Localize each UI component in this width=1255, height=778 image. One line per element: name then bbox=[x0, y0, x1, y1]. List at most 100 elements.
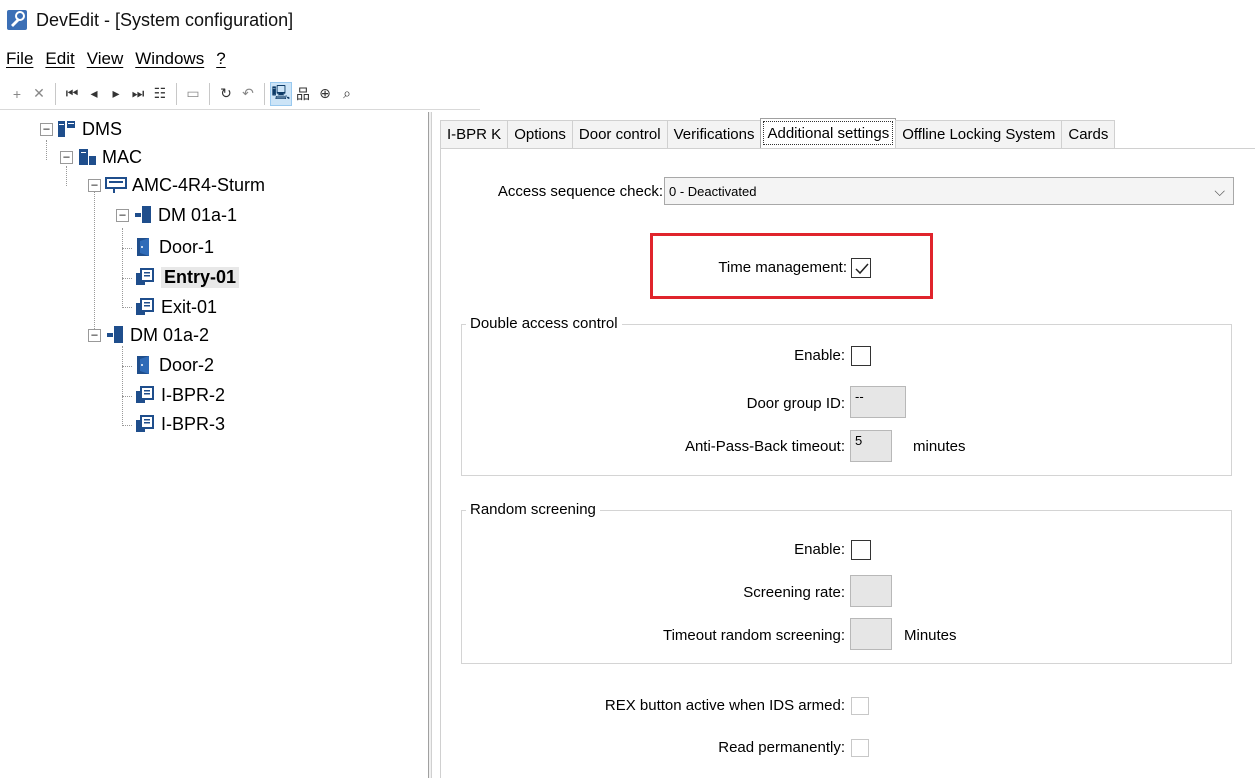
collapse-icon[interactable]: − bbox=[88, 328, 101, 342]
undo-icon[interactable]: ↶ bbox=[237, 82, 259, 106]
tree-node-label: DM 01a-1 bbox=[158, 204, 238, 225]
title-bar: DevEdit - [System configuration] bbox=[0, 0, 1255, 40]
collapse-icon[interactable]: − bbox=[60, 150, 73, 164]
rex-button-label: REX button active when IDS armed: bbox=[604, 697, 845, 714]
access-controller-icon bbox=[105, 175, 127, 195]
double-access-title: Double access control bbox=[466, 315, 622, 332]
tree-node-i-bpr-3[interactable]: I-BPR-3 bbox=[134, 411, 225, 437]
tab-strip: I-BPR K Options Door control Verificatio… bbox=[440, 118, 1116, 148]
tree-connector bbox=[122, 307, 132, 308]
door-module-icon bbox=[133, 205, 153, 225]
tab-options[interactable]: Options bbox=[507, 120, 573, 148]
door-module-icon bbox=[105, 325, 125, 345]
apb-timeout-label: Anti-Pass-Back timeout: bbox=[684, 438, 845, 455]
card-reader-icon bbox=[134, 267, 156, 287]
refresh-icon[interactable]: ↻ bbox=[215, 82, 237, 106]
apb-timeout-field[interactable]: 5 bbox=[850, 430, 892, 462]
access-sequence-label: Access sequence check: bbox=[497, 183, 663, 200]
tree-connector bbox=[122, 228, 123, 308]
tab-i-bpr-k[interactable]: I-BPR K bbox=[440, 120, 509, 148]
tree-node-label: Exit-01 bbox=[161, 296, 218, 317]
toolbar: + ✕ ⏮ ◂ ▸ ⏭ ☷ ▭ ↻ ↶ 🖳 品 ⊕ ⌕ bbox=[0, 78, 480, 110]
toolbar-separator bbox=[55, 82, 56, 105]
last-record-icon[interactable]: ⏭ bbox=[127, 82, 149, 106]
tree-node-label: I-BPR-2 bbox=[161, 384, 226, 405]
tree-node-label: Door-2 bbox=[159, 354, 215, 375]
window-title: DevEdit - [System configuration] bbox=[36, 9, 294, 30]
tree-node-label: DM 01a-2 bbox=[130, 324, 210, 345]
tab-cards[interactable]: Cards bbox=[1061, 120, 1116, 148]
checkmark-icon bbox=[855, 263, 869, 275]
panel-splitter[interactable] bbox=[428, 112, 432, 778]
controller-icon bbox=[77, 147, 97, 167]
network-icon[interactable]: 品 bbox=[292, 82, 314, 106]
delete-icon[interactable]: ✕ bbox=[28, 82, 50, 106]
tree-node-dm01a-2[interactable]: − DM 01a-2 bbox=[88, 322, 209, 348]
tree-node-door-2[interactable]: Door-2 bbox=[134, 352, 214, 378]
tree-node-door-1[interactable]: Door-1 bbox=[134, 234, 214, 260]
tree-connector bbox=[122, 346, 123, 426]
random-screening-group bbox=[461, 510, 1232, 664]
door-icon bbox=[134, 236, 154, 258]
time-management-label: Time management: bbox=[718, 259, 847, 276]
menu-edit[interactable]: Edit bbox=[39, 49, 80, 69]
apb-timeout-unit: minutes bbox=[913, 438, 966, 455]
random-screening-title: Random screening bbox=[466, 501, 600, 518]
tab-offline-locking-system[interactable]: Offline Locking System bbox=[895, 120, 1063, 148]
tree-connector bbox=[122, 248, 132, 249]
tab-additional-settings[interactable]: Additional settings bbox=[760, 118, 897, 148]
tree-connector bbox=[122, 278, 132, 279]
save-icon[interactable]: ▭ bbox=[182, 82, 204, 106]
next-record-icon[interactable]: ▸ bbox=[105, 82, 127, 106]
tree-node-i-bpr-2[interactable]: I-BPR-2 bbox=[134, 382, 225, 408]
random-screening-enable-label: Enable: bbox=[794, 541, 845, 558]
collapse-icon[interactable]: − bbox=[116, 208, 129, 222]
previous-record-icon[interactable]: ◂ bbox=[83, 82, 105, 106]
menu-file[interactable]: File bbox=[0, 49, 39, 69]
search-icon[interactable]: ⌕ bbox=[336, 82, 358, 106]
collapse-icon[interactable]: − bbox=[88, 178, 101, 192]
chevron-down-icon: ⌵ bbox=[1214, 183, 1225, 199]
first-record-icon[interactable]: ⏮ bbox=[61, 82, 83, 106]
timeout-random-screening-field[interactable] bbox=[850, 618, 892, 650]
menu-view[interactable]: View bbox=[81, 49, 130, 69]
access-sequence-value: 0 - Deactivated bbox=[669, 183, 757, 199]
menu-help[interactable]: ? bbox=[210, 49, 231, 69]
tree-connector bbox=[122, 425, 132, 426]
tab-door-control[interactable]: Door control bbox=[571, 120, 668, 148]
screening-rate-label: Screening rate: bbox=[743, 584, 845, 601]
rex-button-checkbox[interactable] bbox=[851, 697, 869, 715]
tree-connector bbox=[122, 396, 132, 397]
double-access-enable-label: Enable: bbox=[794, 347, 845, 364]
tree-node-dms[interactable]: − DMS bbox=[40, 116, 122, 142]
door-group-id-field[interactable]: -- bbox=[850, 386, 906, 418]
tree-node-label: DMS bbox=[82, 118, 122, 139]
screening-rate-field[interactable] bbox=[850, 575, 892, 607]
add-icon[interactable]: + bbox=[6, 82, 28, 106]
card-reader-icon bbox=[134, 297, 156, 317]
timeout-random-screening-unit: Minutes bbox=[904, 627, 957, 644]
computer-icon[interactable]: 🖳 bbox=[270, 81, 292, 106]
server-icon bbox=[57, 119, 77, 139]
target-icon[interactable]: ⊕ bbox=[314, 82, 336, 106]
tree-node-exit-01[interactable]: Exit-01 bbox=[134, 294, 217, 320]
door-group-id-label: Door group ID: bbox=[746, 395, 845, 412]
tree-node-label: Entry-01 bbox=[161, 266, 240, 288]
tree-view-icon[interactable]: ☷ bbox=[149, 82, 171, 106]
tree-node-amc[interactable]: − AMC-4R4-Sturm bbox=[88, 172, 265, 198]
card-reader-icon bbox=[134, 385, 156, 405]
tree-node-entry-01[interactable]: Entry-01 bbox=[134, 264, 240, 290]
read-permanently-checkbox[interactable] bbox=[851, 739, 869, 757]
access-sequence-select[interactable]: 0 - Deactivated ⌵ bbox=[664, 177, 1234, 205]
door-icon bbox=[134, 354, 154, 376]
tree-node-mac[interactable]: − MAC bbox=[60, 144, 142, 170]
menu-windows[interactable]: Windows bbox=[129, 49, 210, 69]
card-reader-icon bbox=[134, 414, 156, 434]
time-management-checkbox[interactable] bbox=[851, 258, 871, 278]
tree-node-dm01a-1[interactable]: − DM 01a-1 bbox=[116, 202, 237, 228]
collapse-icon[interactable]: − bbox=[40, 122, 53, 136]
double-access-enable-checkbox[interactable] bbox=[851, 346, 871, 366]
tab-verifications[interactable]: Verifications bbox=[666, 120, 762, 148]
random-screening-enable-checkbox[interactable] bbox=[851, 540, 871, 560]
tree-connector bbox=[122, 366, 132, 367]
